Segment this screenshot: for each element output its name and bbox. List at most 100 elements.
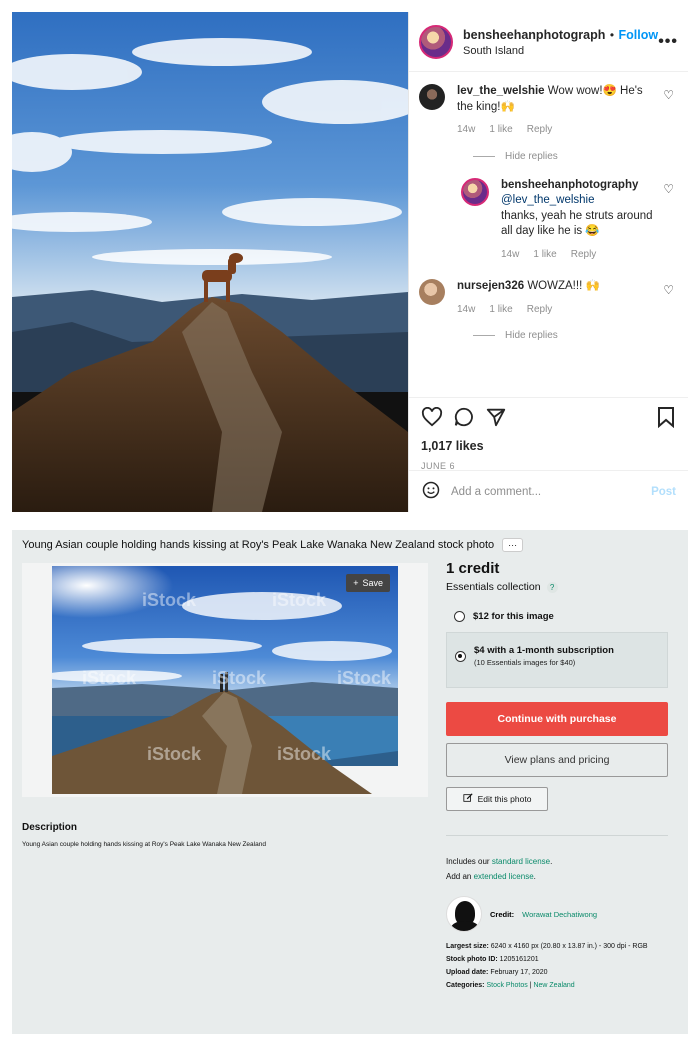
hide-replies-toggle[interactable]: Hide replies (473, 330, 678, 341)
author-avatar[interactable] (446, 896, 482, 932)
continue-purchase-button[interactable]: Continue with purchase (446, 702, 668, 736)
post-location[interactable]: South Island (463, 45, 658, 59)
edit-photo-button[interactable]: Edit this photo (446, 787, 548, 811)
option-single-label: $12 for this image (473, 611, 554, 622)
help-question-icon[interactable]: ? (546, 581, 558, 593)
stock-photo-couple-on-peak[interactable]: iStock iStock iStock iStock iStock iStoc… (52, 566, 398, 794)
comment-likes[interactable]: 1 like (489, 303, 512, 317)
instagram-post: bensheehanphotograph • Follow South Isla… (12, 12, 688, 512)
save-button[interactable]: + Save (346, 574, 390, 592)
post-photo-dog-on-peak[interactable] (12, 12, 408, 512)
watermark-text: iStock (212, 668, 267, 688)
edit-pencil-icon (462, 793, 473, 805)
post-sidebar: bensheehanphotograph • Follow South Isla… (408, 12, 688, 512)
hide-replies-toggle[interactable]: Hide replies (473, 151, 678, 162)
post-comment-button[interactable]: Post (651, 486, 676, 498)
author-username[interactable]: bensheehanphotograph (463, 28, 605, 42)
comment-time: 14w (501, 248, 520, 260)
comment-likes[interactable]: 1 like (533, 248, 556, 262)
comment-username[interactable]: bensheehanphotography (501, 179, 638, 191)
add-comment-bar: Add a comment... Post (409, 470, 688, 512)
commenter-avatar[interactable] (419, 84, 445, 110)
standard-license-link[interactable]: standard license (492, 857, 550, 866)
option-single-image[interactable]: $12 for this image (446, 611, 668, 622)
watermark-text: iStock (272, 590, 327, 610)
view-plans-button[interactable]: View plans and pricing (446, 743, 668, 777)
listing-title: Young Asian couple holding hands kissing… (22, 539, 495, 551)
hide-replies-label: Hide replies (505, 330, 558, 342)
more-options-button[interactable]: ··· (502, 538, 524, 552)
comment-like-heart-icon[interactable]: ♡ (663, 283, 674, 297)
radio-selected[interactable] (455, 651, 466, 662)
comment-time: 14w (457, 303, 476, 315)
separator-dot: • (609, 27, 615, 42)
author-avatar[interactable] (419, 24, 453, 59)
reply-button[interactable]: Reply (571, 248, 597, 262)
plus-icon: + (353, 578, 359, 588)
largest-size-label: Largest size: (446, 943, 489, 950)
istock-listing: Young Asian couple holding hands kissing… (12, 530, 688, 1034)
author-credit: Credit: Worawat Dechatiwong (446, 896, 668, 932)
comment-text: thanks, yeah he struts around all day li… (501, 209, 653, 238)
reply-button[interactable]: Reply (527, 123, 553, 137)
radio-unselected[interactable] (454, 611, 465, 622)
watermark-text: iStock (142, 590, 197, 610)
save-label: Save (362, 578, 383, 588)
add-prefix: Add an (446, 872, 472, 881)
mention-link[interactable]: @lev_the_welshie (501, 194, 595, 206)
stock-image-container: iStock iStock iStock iStock iStock iStoc… (22, 563, 428, 797)
hide-replies-label: Hide replies (505, 150, 558, 162)
watermark-text: iStock (337, 668, 392, 688)
emoji-smiley-icon[interactable] (421, 480, 441, 503)
follow-button[interactable]: Follow (618, 28, 658, 42)
more-options-icon[interactable]: ••• (658, 33, 678, 51)
likes-count[interactable]: 1,017 likes (421, 439, 676, 453)
upload-date-label: Upload date: (446, 969, 489, 976)
collection-name: Essentials collection (446, 581, 541, 593)
category-link[interactable]: Stock Photos (486, 982, 527, 989)
subscription-detail: (10 Essentials images for $40) (474, 658, 576, 667)
comment-like-heart-icon[interactable]: ♡ (663, 182, 674, 196)
option-subscription[interactable]: $4 with a 1-month subscription (10 Essen… (446, 632, 668, 688)
commenter-avatar[interactable] (419, 279, 445, 306)
license-info: Includes our standard license. Add an ex… (446, 857, 553, 881)
replies-line (473, 155, 495, 157)
stock-id-label: Stock photo ID: (446, 956, 498, 963)
extended-license-link[interactable]: extended license (474, 872, 534, 881)
description-text: Young Asian couple holding hands kissing… (22, 841, 266, 848)
category-link[interactable]: New Zealand (533, 982, 574, 989)
watermark-text: iStock (82, 668, 137, 688)
stock-id-value: 1205161201 (499, 956, 539, 963)
listing-title-row: Young Asian couple holding hands kissing… (22, 538, 524, 552)
upload-date-value: February 17, 2020 (490, 969, 548, 976)
purchase-panel: 1 credit Essentials collection ? $12 for… (446, 560, 668, 992)
comment-username[interactable]: lev_the_welshie (457, 85, 545, 97)
replies-line (473, 335, 495, 337)
like-heart-icon[interactable] (421, 406, 443, 432)
image-details: Largest size: 6240 x 4160 px (20.80 x 13… (446, 940, 668, 992)
license-prefix: Includes our (446, 857, 490, 866)
subscription-label: $4 with a 1-month subscription (474, 645, 614, 656)
reply-author-avatar[interactable] (461, 177, 489, 206)
category-separator: | (529, 982, 532, 989)
comment-likes[interactable]: 1 like (489, 123, 512, 137)
credit-label: Credit: (490, 909, 515, 919)
reply-button[interactable]: Reply (527, 303, 553, 317)
reply-comment: bensheehanphotography @lev_the_welshie t… (461, 177, 678, 262)
comment-bubble-icon[interactable] (453, 406, 475, 433)
categories-label: Categories: (446, 982, 485, 989)
edit-photo-label: Edit this photo (477, 794, 532, 804)
bookmark-icon[interactable] (656, 406, 676, 433)
largest-size-value: 6240 x 4160 px (20.80 x 13.87 in.) - 300… (490, 943, 648, 950)
comment: nursejen326 WOWZA!!! 🙌 14w 1 like Reply … (419, 279, 678, 316)
divider (446, 835, 668, 836)
comments-list[interactable]: lev_the_welshie Wow wow!😍 He's the king!… (409, 72, 688, 397)
comment-time: 14w (457, 124, 476, 136)
post-header: bensheehanphotograph • Follow South Isla… (409, 12, 688, 72)
share-paper-plane-icon[interactable] (485, 406, 507, 433)
comment-like-heart-icon[interactable]: ♡ (663, 88, 674, 102)
collection-label: Essentials collection ? (446, 581, 668, 593)
author-link[interactable]: Worawat Dechatiwong (522, 910, 597, 919)
comment-input[interactable]: Add a comment... (451, 486, 651, 498)
comment-username[interactable]: nursejen326 (457, 280, 524, 292)
